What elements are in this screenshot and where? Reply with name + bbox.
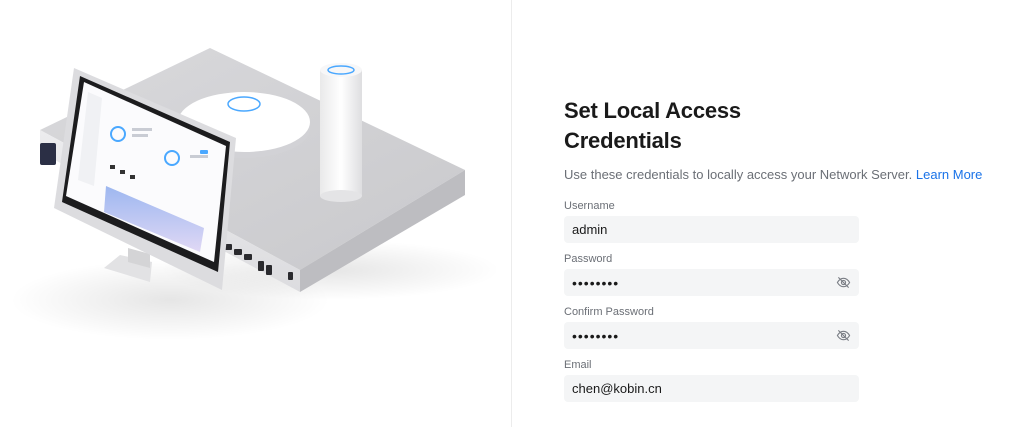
hero-illustration-panel — [0, 0, 512, 427]
eye-hidden-icon[interactable] — [836, 328, 851, 343]
network-devices-illustration — [10, 48, 500, 340]
server-display-icon — [40, 143, 56, 165]
username-field-group: Username — [564, 199, 859, 243]
username-input[interactable] — [564, 216, 859, 243]
password-input-wrap — [564, 269, 859, 296]
confirm-password-field-group: Confirm Password — [564, 305, 859, 349]
email-label: Email — [564, 359, 592, 371]
password-input[interactable] — [564, 269, 859, 296]
eye-hidden-icon[interactable] — [836, 275, 851, 290]
username-input-wrap — [564, 216, 859, 243]
password-field-group: Password — [564, 252, 859, 296]
confirm-password-input-wrap — [564, 322, 859, 349]
learn-more-link[interactable]: Learn More — [916, 167, 982, 182]
email-input-wrap — [564, 375, 859, 402]
page-title: Set Local Access Credentials — [564, 98, 741, 153]
email-field-group: Email — [564, 358, 859, 402]
access-point-tower — [320, 63, 362, 202]
subtitle-text: Use these credentials to locally access … — [564, 167, 913, 182]
password-label: Password — [564, 253, 613, 265]
email-input[interactable] — [564, 375, 859, 402]
confirm-password-input[interactable] — [564, 322, 859, 349]
page-subtitle: Use these credentials to locally access … — [564, 166, 982, 184]
confirm-password-label: Confirm Password — [564, 306, 654, 318]
username-label: Username — [564, 200, 615, 212]
credentials-panel: Set Local Access Credentials Use these c… — [513, 0, 1024, 427]
credentials-form: Set Local Access Credentials Use these c… — [564, 96, 982, 411]
